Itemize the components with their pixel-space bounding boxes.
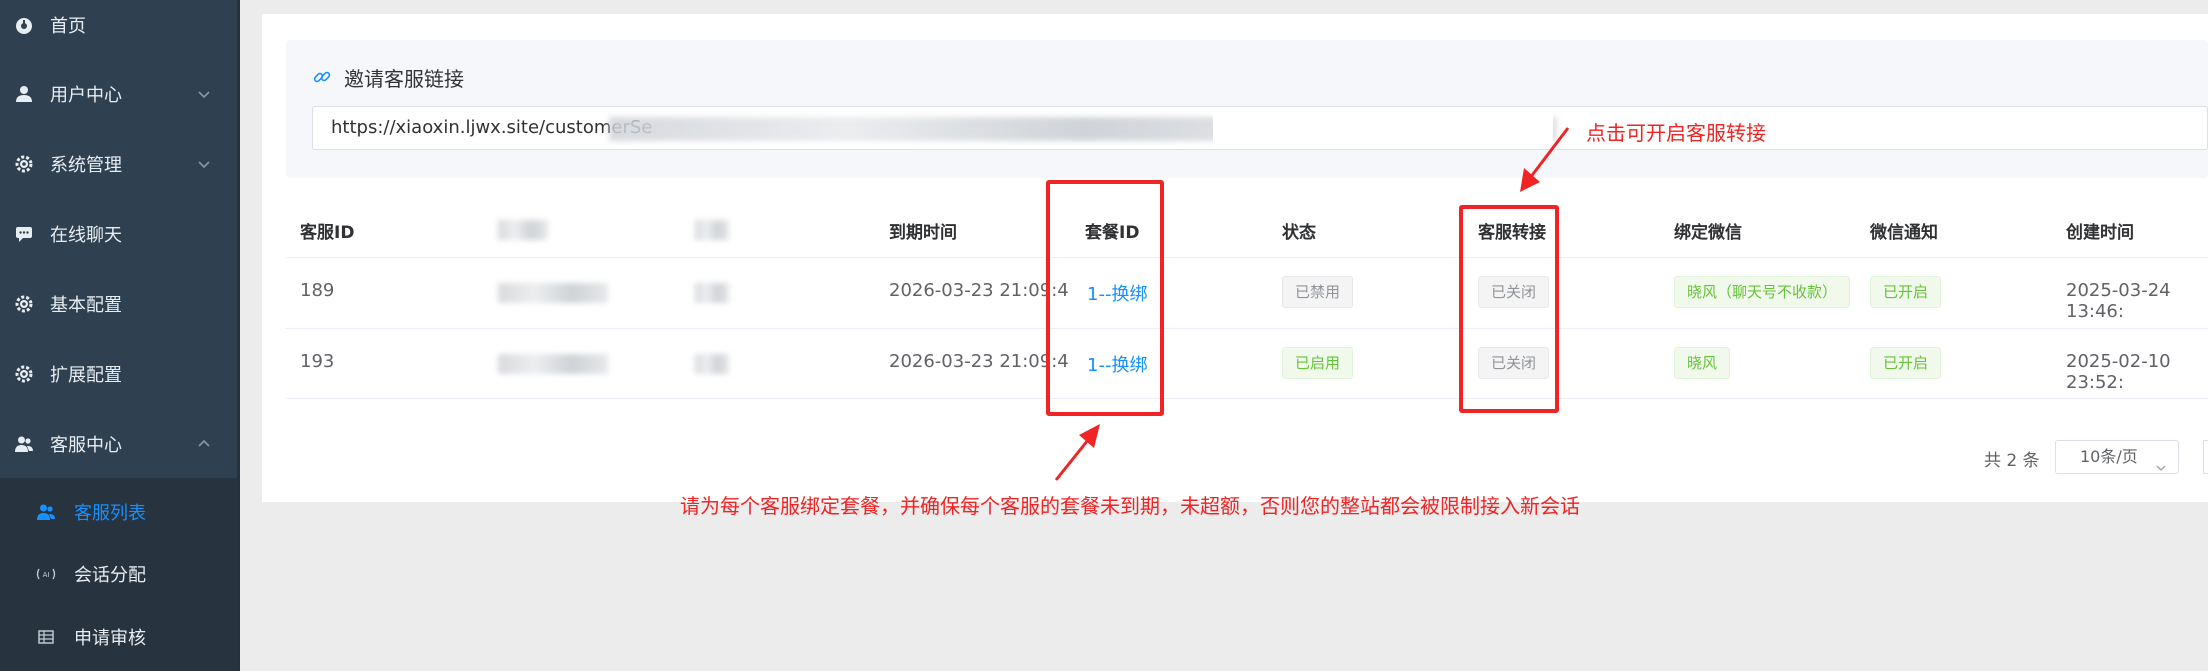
notify-badge: 已开启: [1870, 347, 1942, 379]
wechat-badge: 晓风: [1674, 347, 1731, 379]
pager-total: 共 2 条: [1984, 451, 2040, 471]
sidebar-item-system[interactable]: 系统管理: [0, 129, 237, 199]
sidebar-item-label: 基本配置: [50, 295, 122, 316]
redacted-header: [498, 220, 548, 240]
cell-id: 193: [300, 351, 335, 372]
redacted-url-mask: [1213, 107, 1553, 149]
sidebar-item-service-list[interactable]: 客服列表: [0, 481, 237, 543]
cell-created: 2025-03-24 13:46:: [2066, 280, 2171, 322]
ai-icon: AI: [36, 564, 56, 584]
sidebar-edge: [237, 0, 240, 671]
sidebar-item-label: 客服中心: [50, 435, 122, 456]
sidebar-item-label: 在线聊天: [50, 225, 122, 246]
redacted-header: [695, 220, 729, 240]
sidebar-item-basic-config[interactable]: 基本配置: [0, 269, 237, 339]
redacted-cell: [695, 283, 729, 303]
users-icon: [14, 434, 34, 454]
service-center-submenu: 客服列表 AI 会话分配 申请审核: [0, 478, 237, 671]
sidebar-item-extend-config[interactable]: 扩展配置: [0, 339, 237, 409]
sidebar-subitem-label: 会话分配: [74, 565, 146, 586]
sidebar-item-apply-review[interactable]: 申请审核: [0, 606, 237, 668]
chevron-down-icon: [197, 85, 211, 99]
package-arrow-icon: [1054, 424, 1100, 481]
notify-badge: 已开启: [1870, 276, 1942, 308]
sidebar-subitem-label: 申请审核: [74, 628, 146, 649]
sidebar-item-user-center[interactable]: 用户中心: [0, 59, 237, 129]
transfer-hint-text: 点击可开启客服转接: [1586, 121, 1766, 145]
link-icon: [312, 67, 334, 89]
sidebar-item-label: 系统管理: [50, 155, 122, 176]
redacted-cell: [498, 283, 608, 303]
sidebar: 首页 用户中心 系统管理 在线聊天 基本配置 扩展配置 客服中心 客服列表 AI…: [0, 0, 240, 671]
sidebar-item-session-assign[interactable]: AI 会话分配: [0, 543, 237, 605]
sidebar-item-home[interactable]: 首页: [0, 0, 237, 60]
invite-url-field[interactable]: https://xiaoxin.ljwx.site/customerSe: [312, 106, 2208, 150]
package-highlight-box: [1046, 180, 1164, 416]
pager-prev-button[interactable]: [2203, 440, 2208, 474]
column-header-wechat: 绑定微信: [1674, 223, 1742, 243]
cell-id: 189: [300, 280, 335, 301]
status-badge[interactable]: 已禁用: [1282, 276, 1354, 308]
gear-icon: [14, 154, 34, 174]
cell-expire: 2026-03-23 21:09:4: [889, 280, 1069, 301]
transfer-highlight-box: [1459, 205, 1559, 413]
sidebar-item-label: 首页: [50, 16, 86, 37]
sidebar-item-label: 扩展配置: [50, 365, 122, 386]
invite-title-text: 邀请客服链接: [344, 67, 464, 91]
cell-created: 2025-02-10 23:52:: [2066, 351, 2171, 393]
column-header-notify: 微信通知: [1870, 223, 1938, 243]
page-size-value: 10条/页: [2080, 447, 2138, 466]
grid-icon: [36, 627, 56, 647]
sidebar-item-chat[interactable]: 在线聊天: [0, 199, 237, 269]
redacted-cell: [695, 354, 729, 374]
invite-title: 邀请客服链接: [312, 63, 464, 92]
cell-expire: 2026-03-23 21:09:4: [889, 351, 1069, 372]
sidebar-item-service-center[interactable]: 客服中心: [0, 409, 237, 479]
column-header-created: 创建时间: [2066, 223, 2134, 243]
users-icon: [36, 502, 56, 522]
column-header-id: 客服ID: [300, 223, 355, 243]
invite-url-text: https://xiaoxin.ljwx.site/customerSe: [331, 117, 653, 138]
redacted-cell: [498, 354, 608, 374]
svg-text:AI: AI: [43, 571, 50, 579]
column-header-status: 状态: [1282, 223, 1316, 243]
chat-icon: [14, 224, 34, 244]
chevron-down-icon: [2156, 452, 2166, 471]
column-header-expire: 到期时间: [889, 223, 957, 243]
sidebar-subitem-label: 客服列表: [74, 503, 146, 524]
gear-icon: [14, 364, 34, 384]
wechat-badge: 晓风（聊天号不收款）: [1674, 276, 1851, 308]
status-badge[interactable]: 已启用: [1282, 347, 1354, 379]
table-divider: [286, 328, 2208, 329]
chevron-up-icon: [197, 435, 211, 449]
transfer-arrow-icon: [1520, 127, 1570, 192]
package-hint-text: 请为每个客服绑定套餐，并确保每个客服的套餐未到期，未超额，否则您的整站都会被限制…: [680, 494, 1580, 518]
chevron-down-icon: [197, 155, 211, 169]
page-size-select[interactable]: 10条/页: [2055, 440, 2179, 474]
table-divider: [286, 257, 2208, 258]
sidebar-item-label: 用户中心: [50, 85, 122, 106]
user-icon: [14, 84, 34, 104]
gear-icon: [14, 294, 34, 314]
dashboard-icon: [14, 15, 34, 35]
table-divider: [286, 398, 2208, 399]
